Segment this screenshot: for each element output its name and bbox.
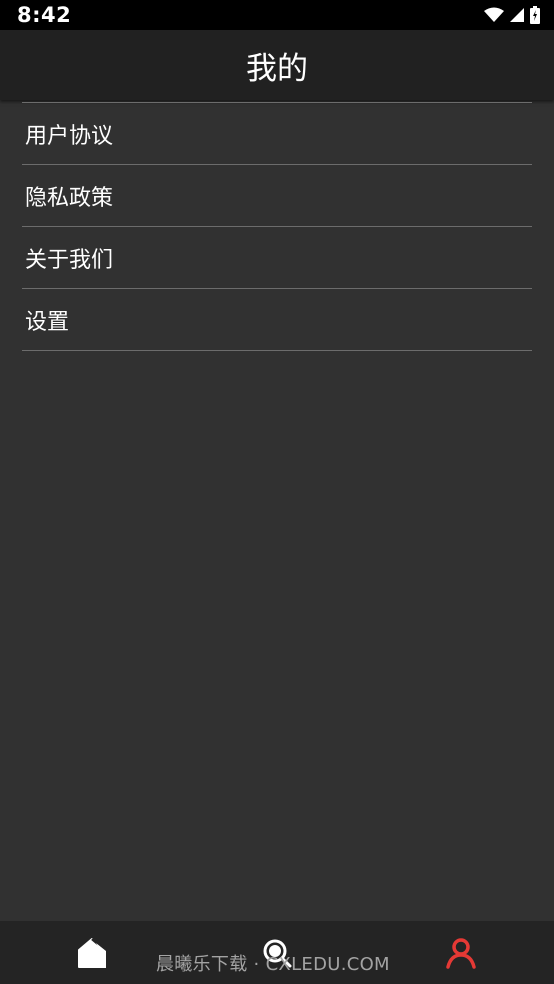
signal-icon — [510, 8, 524, 22]
menu-item-label: 隐私政策 — [25, 185, 114, 211]
menu-item-label: 关于我们 — [25, 247, 114, 273]
wifi-icon — [484, 7, 504, 23]
watermark: 晨曦乐下载 · CXLEDU.COM — [156, 954, 390, 975]
status-time: 8:42 — [17, 3, 72, 27]
battery-icon — [530, 6, 540, 24]
menu-item-label: 设置 — [25, 309, 70, 335]
app-bar: 我的 — [0, 30, 554, 100]
menu-list: 用户协议 隐私政策 关于我们 设置 — [22, 102, 532, 351]
nav-profile-button[interactable] — [441, 935, 481, 975]
status-icons — [484, 5, 540, 25]
home-icon — [76, 936, 108, 974]
menu-item-user-agreement[interactable]: 用户协议 — [22, 103, 532, 165]
page-title: 我的 — [246, 51, 308, 87]
profile-icon — [445, 937, 477, 973]
menu-item-about-us[interactable]: 关于我们 — [22, 227, 532, 289]
menu-item-privacy-policy[interactable]: 隐私政策 — [22, 165, 532, 227]
menu-item-label: 用户协议 — [25, 123, 114, 149]
status-bar: 8:42 — [0, 0, 554, 30]
nav-home-button[interactable] — [72, 935, 112, 975]
menu-item-settings[interactable]: 设置 — [22, 289, 532, 351]
